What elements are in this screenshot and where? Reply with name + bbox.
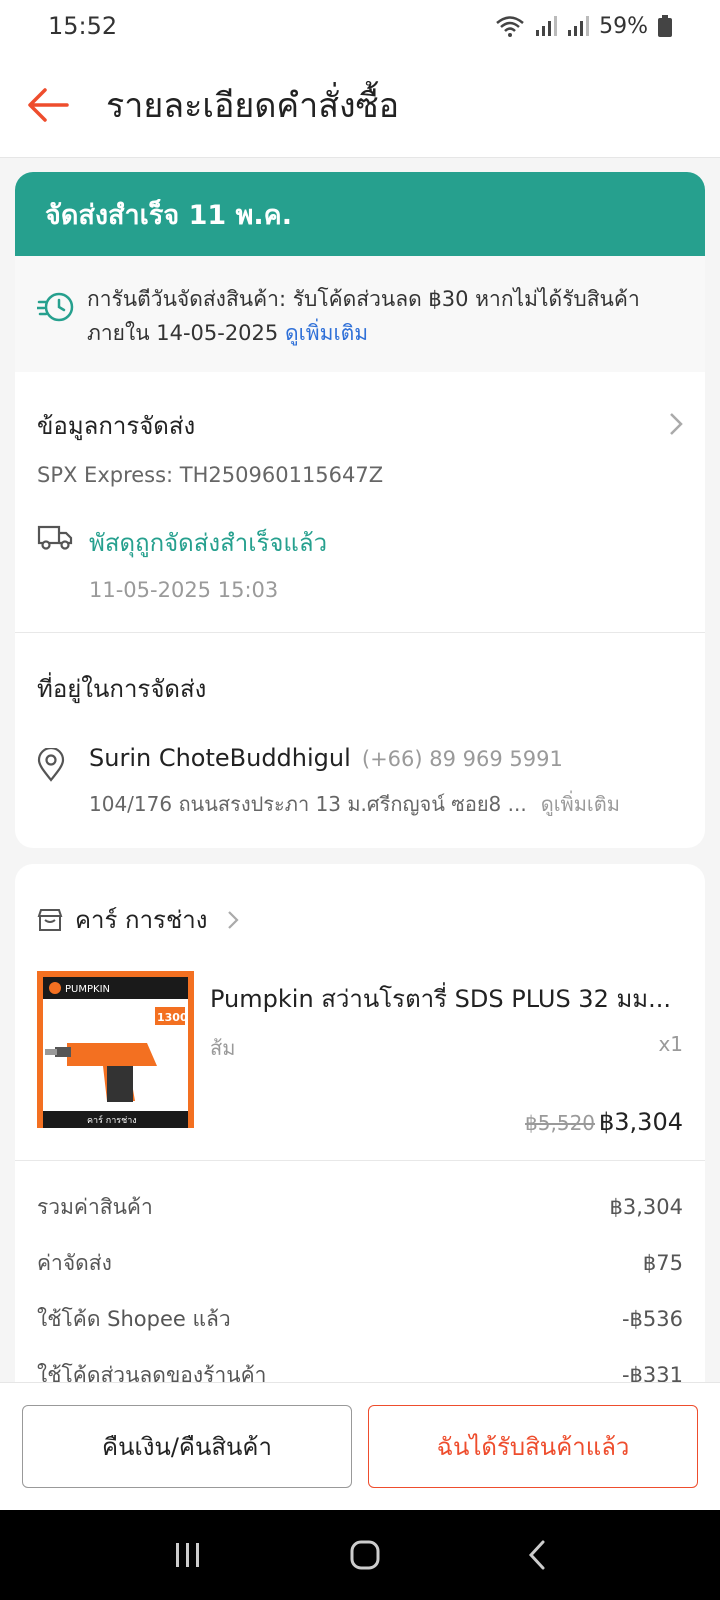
product-qty: x1 [658,1032,683,1056]
address-text: 104/176 ถนนสรงประภา 13 ม.ศรีกญจน์ ซอย8 .… [89,792,527,816]
status-icons: 59% [495,14,672,39]
shop-icon [37,908,63,931]
summary-label: รวมค่าสินค้า [37,1194,153,1219]
product-price-original: ฿5,520 [525,1111,596,1135]
refund-button[interactable]: คืนเงิน/คืนสินค้า [22,1405,352,1488]
guarantee-text: การันตีวันจัดส่งสินค้า: รับโค้ดส่วนลด ฿3… [87,282,640,350]
clock-guarantee-icon [35,282,87,350]
arrow-left-icon [28,87,69,122]
delivery-guarantee: การันตีวันจัดส่งสินค้า: รับโค้ดส่วนลด ฿3… [15,256,705,372]
summary-value: ฿75 [642,1251,683,1275]
shipping-title: ข้อมูลการจัดส่ง [37,412,196,440]
product-item[interactable]: PUMPKIN 1300 คาร์ การช่าง Pumpkin สว่านโ… [15,959,705,1161]
delivery-card: จัดส่งสำเร็จ 11 พ.ค. การันตีวันจัดส่งสิน… [15,172,705,848]
system-nav-bar [0,1510,720,1600]
product-name: Pumpkin สว่านโรตารี่ SDS PLUS 32 มม... [210,985,672,1013]
shipping-status-time: 11-05-2025 15:03 [89,578,279,602]
bottom-action-bar: คืนเงิน/คืนสินค้า ฉันได้รับสินค้าแล้ว [0,1382,720,1510]
order-card: คาร์ การช่าง PUMPKIN 1300 คาร์ การช่าง P… [15,864,705,1403]
summary-value: -฿536 [621,1307,683,1331]
product-price: ฿3,304 [599,1108,683,1136]
shipping-status: พัสดุถูกจัดส่งสำเร็จแล้ว 11-05-2025 15:0… [37,523,683,602]
product-shop-watermark: คาร์ การช่าง [87,1114,137,1126]
product-brand: PUMPKIN [65,984,110,995]
order-received-button[interactable]: ฉันได้รับสินค้าแล้ว [368,1405,698,1488]
address-line: 104/176 ถนนสรงประภา 13 ม.ศรีกญจน์ ซอย8 .… [89,788,620,820]
recent-apps-icon[interactable] [173,1541,203,1569]
shipping-info[interactable]: ข้อมูลการจัดส่ง SPX Express: TH250960115… [15,372,705,633]
summary-label: ค่าจัดส่ง [37,1250,112,1275]
status-bar: 15:52 59% [0,0,720,52]
product-variant: ส้ม [210,1036,236,1060]
page-title: รายละเอียดคำสั่งซื้อ [106,85,400,126]
address-title: ที่อยู่ในการจัดส่ง [37,675,207,703]
back-button[interactable] [0,52,96,158]
guarantee-line1: การันตีวันจัดส่งสินค้า: รับโค้ดส่วนลด ฿3… [87,287,640,311]
product-info: Pumpkin สว่านโรตารี่ SDS PLUS 32 มม... ส… [210,971,683,1136]
guarantee-deadline: ภายใน 14-05-2025 [87,321,279,345]
summary-row: รวมค่าสินค้า ฿3,304 [37,1179,683,1235]
summary-label: ใช้โค้ด Shopee แล้ว [37,1306,231,1331]
guarantee-more-link[interactable]: ดูเพิ่มเติม [285,321,368,345]
back-nav-icon[interactable] [527,1539,547,1571]
location-pin-icon [37,744,89,820]
order-summary: รวมค่าสินค้า ฿3,304 ค่าจัดส่ง ฿75 ใช้โค้… [15,1161,705,1403]
summary-value: ฿3,304 [609,1195,683,1219]
battery-percent: 59% [599,13,648,39]
battery-icon [658,15,672,37]
chevron-right-icon [228,910,239,929]
product-variant-row: ส้ม x1 [210,1032,683,1064]
recipient-name: Surin ChoteBuddhigul [89,744,351,772]
delivery-address: ที่อยู่ในการจัดส่ง Surin ChoteBuddhigul … [15,633,705,848]
wifi-icon [496,16,524,37]
shipping-carrier: SPX Express: TH250960115647Z [37,463,384,487]
home-icon[interactable] [349,1539,381,1571]
main-content: จัดส่งสำเร็จ 11 พ.ค. การันตีวันจัดส่งสิน… [15,172,705,1403]
product-badge: 1300 [157,1011,188,1024]
recipient-phone: (+66) 89 969 5991 [361,747,563,771]
shop-name: คาร์ การช่าง [75,906,208,934]
product-image: PUMPKIN 1300 คาร์ การช่าง [37,971,194,1128]
summary-row: ค่าจัดส่ง ฿75 [37,1235,683,1291]
signal-icon [536,16,558,36]
address-row: Surin ChoteBuddhigul (+66) 89 969 5991 1… [37,744,683,820]
status-time: 15:52 [48,12,118,40]
product-price-row: ฿5,520 ฿3,304 [210,1108,683,1136]
shipping-status-text: พัสดุถูกจัดส่งสำเร็จแล้ว [89,529,328,557]
summary-row: ใช้โค้ด Shopee แล้ว -฿536 [37,1291,683,1347]
chevron-right-icon [670,413,683,435]
address-more-link[interactable]: ดูเพิ่มเติม [541,788,620,820]
delivery-status-banner: จัดส่งสำเร็จ 11 พ.ค. [15,172,705,256]
truck-icon [37,523,89,602]
app-header: รายละเอียดคำสั่งซื้อ [0,52,720,158]
shop-header[interactable]: คาร์ การช่าง [15,864,705,959]
signal-icon-2 [568,16,590,36]
guarantee-line2: ภายใน 14-05-2025 ดูเพิ่มเติม [87,316,640,350]
